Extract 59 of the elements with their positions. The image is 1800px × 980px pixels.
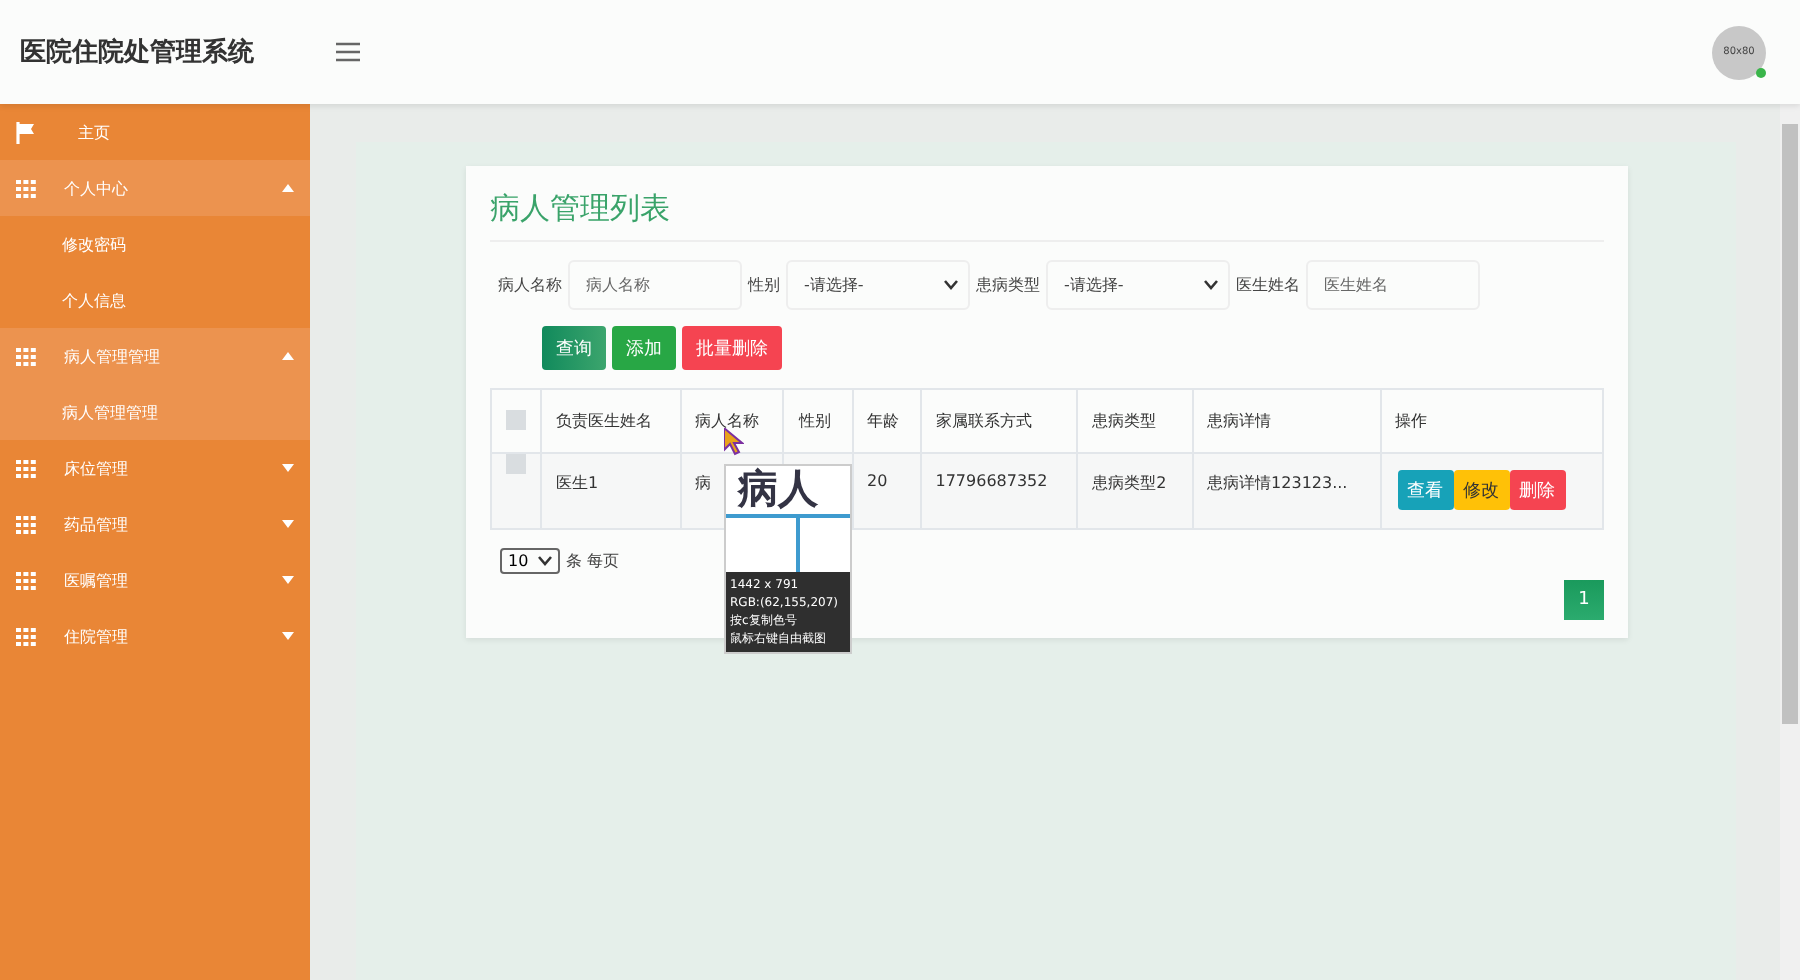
input-field[interactable]: 医生姓名 (1306, 260, 1480, 310)
scrollbar[interactable] (1780, 104, 1800, 980)
checkbox[interactable] (506, 454, 526, 474)
sidebar-item[interactable]: 病人管理管理 (0, 328, 310, 384)
sidebar-item[interactable]: 住院管理 (0, 608, 310, 664)
select-field[interactable]: -请选择- (1046, 260, 1230, 310)
table-cell: 医生1 (556, 474, 599, 492)
sidebar-item[interactable]: 床位管理 (0, 440, 310, 496)
page-size-select[interactable]: 10 (500, 547, 560, 573)
app-title: 医院住院处管理系统 (20, 35, 256, 70)
caret-up-icon (282, 352, 294, 360)
chevron-down-icon (1204, 280, 1218, 290)
caret-up-icon (282, 184, 294, 192)
grid-icon (16, 627, 36, 645)
table-cell: 病 (695, 474, 711, 492)
page-button[interactable]: 1 (1564, 580, 1604, 620)
table-cell: 患病详情123123... (1207, 474, 1348, 492)
chevron-down-icon (538, 555, 552, 565)
grid-icon (16, 179, 36, 197)
cursor-icon (724, 428, 744, 456)
caret-down-icon (282, 576, 294, 584)
menu-icon[interactable] (336, 42, 360, 62)
select-field[interactable]: -请选择- (786, 260, 970, 310)
sidebar-subitem[interactable]: 病人管理管理 (0, 384, 310, 440)
filter-label: 患病类型 (976, 274, 1040, 296)
table-cell: 20 (867, 472, 888, 490)
caret-down-icon (282, 632, 294, 640)
sidebar-item[interactable]: 药品管理 (0, 496, 310, 552)
sidebar-item[interactable]: 主页 (0, 104, 310, 160)
filter-label: 病人名称 (498, 274, 562, 296)
sidebar-item[interactable]: 医嘱管理 (0, 552, 310, 608)
checkbox[interactable] (506, 409, 526, 429)
table-cell: 患病类型2 (1092, 474, 1167, 492)
scrollbar-thumb[interactable] (1782, 124, 1798, 724)
delete-button[interactable]: 删除 (1509, 470, 1566, 510)
magnified-text: 病人 (738, 466, 818, 516)
sidebar-subitem[interactable]: 修改密码 (0, 216, 310, 272)
chevron-down-icon (944, 280, 958, 290)
caret-down-icon (282, 520, 294, 528)
grid-icon (16, 459, 36, 477)
view-button[interactable]: 查看 (1397, 470, 1454, 510)
input-field[interactable]: 病人名称 (568, 260, 742, 310)
grid-icon (16, 571, 36, 589)
grid-icon (16, 515, 36, 533)
sidebar-item[interactable]: 个人中心 (0, 160, 310, 216)
edit-button[interactable]: 修改 (1453, 470, 1510, 510)
flag-icon (16, 121, 36, 143)
panel-title: 病人管理列表 (490, 182, 1604, 242)
page-size-label: 条 每页 (566, 549, 620, 571)
delete-button[interactable]: 批量删除 (682, 326, 782, 370)
caret-down-icon (282, 464, 294, 472)
search-button[interactable]: 查询 (542, 326, 606, 370)
crosshair-icon (726, 514, 850, 572)
filter-label: 医生姓名 (1236, 274, 1300, 296)
table-cell: 17796687352 (935, 472, 1048, 490)
sidebar-subitem[interactable]: 个人信息 (0, 272, 310, 328)
filter-label: 性别 (748, 274, 780, 296)
grid-icon (16, 347, 36, 365)
add-button[interactable]: 添加 (612, 326, 676, 370)
